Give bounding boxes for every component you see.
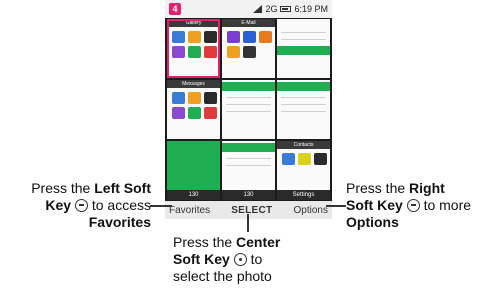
app-icons [222,27,275,62]
app-icon [227,46,240,58]
list-text [277,19,330,26]
app-icon [188,107,201,119]
center-softkey-icon [233,253,247,266]
app-icon [298,153,311,165]
right-softkey-icon [406,199,420,212]
app-icon [172,46,185,58]
app-icon [204,46,217,58]
battery-icon [280,6,292,12]
app-icon [243,31,256,43]
highlight-bar [277,46,330,55]
left-softkey[interactable]: Favorites [169,205,210,216]
app-icon [188,92,201,104]
app-icon [172,31,185,43]
divider [281,104,326,105]
app-icons [167,88,220,123]
app-grid: Gallery E-Mail Messages 130 130 Contacts… [167,19,330,200]
center-callout: Press the Center Soft Key to select the … [173,234,281,284]
left-callout: Press the Left Soft Key to access Favori… [31,180,151,230]
center-softkey[interactable]: SELECT [231,205,272,216]
highlight-bar [277,82,330,91]
divider [226,111,271,112]
app-icon [259,31,272,43]
tile-title: E-Mail [222,19,275,27]
right-callout: Press the Right Soft Key to more Options [346,180,472,230]
tile-email[interactable]: E-Mail [222,19,275,78]
app-icon [172,92,185,104]
tile-call[interactable]: 130 [167,141,220,200]
tile-list-3[interactable] [277,80,330,139]
divider [281,97,326,98]
app-icon [282,153,295,165]
tile-gallery[interactable]: Gallery [167,19,220,78]
highlight-bar [222,143,275,152]
app-icon [188,46,201,58]
center-leader-line [247,214,249,232]
app-icon [188,31,201,43]
tile-list-2[interactable] [222,80,275,139]
signal-icon [253,5,263,13]
phone-icon [204,92,217,104]
network-type: 2G [265,4,278,14]
tile-messages[interactable]: Messages [167,80,220,139]
tile-contacts[interactable]: Contacts Settings [277,141,330,200]
highlight-bar [222,82,275,91]
app-icon [243,46,256,58]
app-icons [167,27,220,62]
app-icon [172,107,185,119]
phone-screen: 4 2G 6:19 PM Gallery E-Mail Messages 130… [165,0,332,219]
tile-footer: 130 [167,190,220,200]
app-icons [277,149,330,169]
tile-footer: Settings [277,190,330,200]
right-leader-line [326,205,346,207]
divider [281,39,326,40]
divider [226,104,271,105]
left-leader-line [150,205,172,207]
tile-list-4[interactable]: 130 [222,141,275,200]
phone-icon [204,31,217,43]
app-icon [204,107,217,119]
status-indicators: 2G 6:19 PM [253,4,328,14]
divider [226,97,271,98]
divider [226,158,271,159]
right-softkey[interactable]: Options [294,205,328,216]
divider [226,165,271,166]
left-softkey-icon [74,199,88,212]
tile-title: Contacts [277,141,330,149]
clock: 6:19 PM [294,4,328,14]
status-bar: 4 2G 6:19 PM [165,0,332,18]
tile-title: Gallery [167,19,220,27]
divider [281,32,326,33]
mail-icon [227,31,240,43]
tile-list-1[interactable] [277,19,330,78]
divider [281,111,326,112]
tile-footer: 130 [222,190,275,200]
phone-icon [314,153,327,165]
softkey-bar: Favorites SELECT Options [165,201,332,219]
notification-badge: 4 [169,3,181,15]
tile-title: Messages [167,80,220,88]
